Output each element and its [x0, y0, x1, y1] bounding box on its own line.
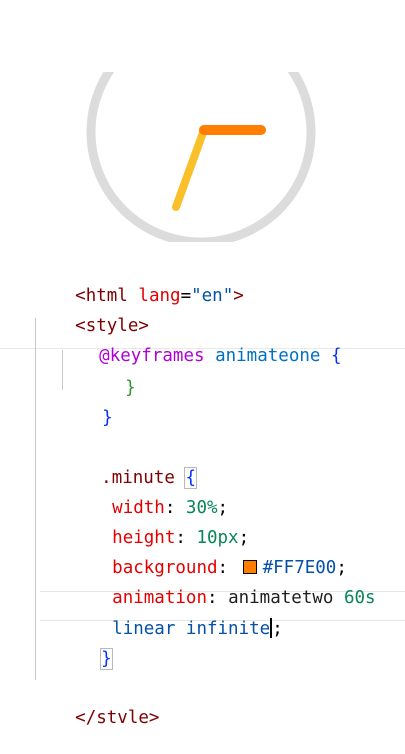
- code-line-animation-cont: linear infinite;: [70, 593, 283, 617]
- code-line-outer-close: }: [60, 382, 113, 406]
- code-line-height: height: 10px;: [70, 502, 249, 526]
- keyframes-name: animateone: [215, 346, 320, 366]
- brace-close: }: [101, 649, 112, 669]
- code-line-animation: animation: animatetwo 60s: [70, 562, 376, 586]
- tag-bracket: </: [75, 708, 96, 728]
- indent-guide: [35, 318, 36, 680]
- code-line-keyframes: @keyframes animateone {: [57, 320, 342, 344]
- semicolon: ;: [272, 619, 283, 639]
- attr-value: "en": [191, 286, 233, 306]
- code-line-style-open: <style>: [33, 290, 149, 314]
- animation-duration: 60s: [344, 588, 376, 608]
- code-line-style-close: </stvle>: [33, 682, 159, 706]
- code-line-minute-selector: .minute {: [59, 442, 196, 466]
- code-line-background: background: #FF7E00;: [70, 532, 347, 556]
- tag-name: stvle: [96, 708, 149, 728]
- tag-bracket: >: [149, 708, 160, 728]
- code-line-width: width: 30%;: [70, 472, 228, 496]
- code-line-html: <html lang="en">: [33, 260, 244, 284]
- brace-open: {: [331, 346, 342, 366]
- animation-timing: linear infinite: [112, 619, 270, 639]
- code-line-minute-close: }: [59, 623, 112, 647]
- tag-bracket: >: [233, 286, 244, 306]
- brace-close: }: [102, 408, 113, 428]
- brace-close: }: [125, 378, 136, 398]
- attr-eq: =: [181, 286, 192, 306]
- code-line-inner-close: }: [83, 352, 136, 376]
- code-editor[interactable]: <html lang="en"> <style> @keyframes anim…: [0, 0, 405, 720]
